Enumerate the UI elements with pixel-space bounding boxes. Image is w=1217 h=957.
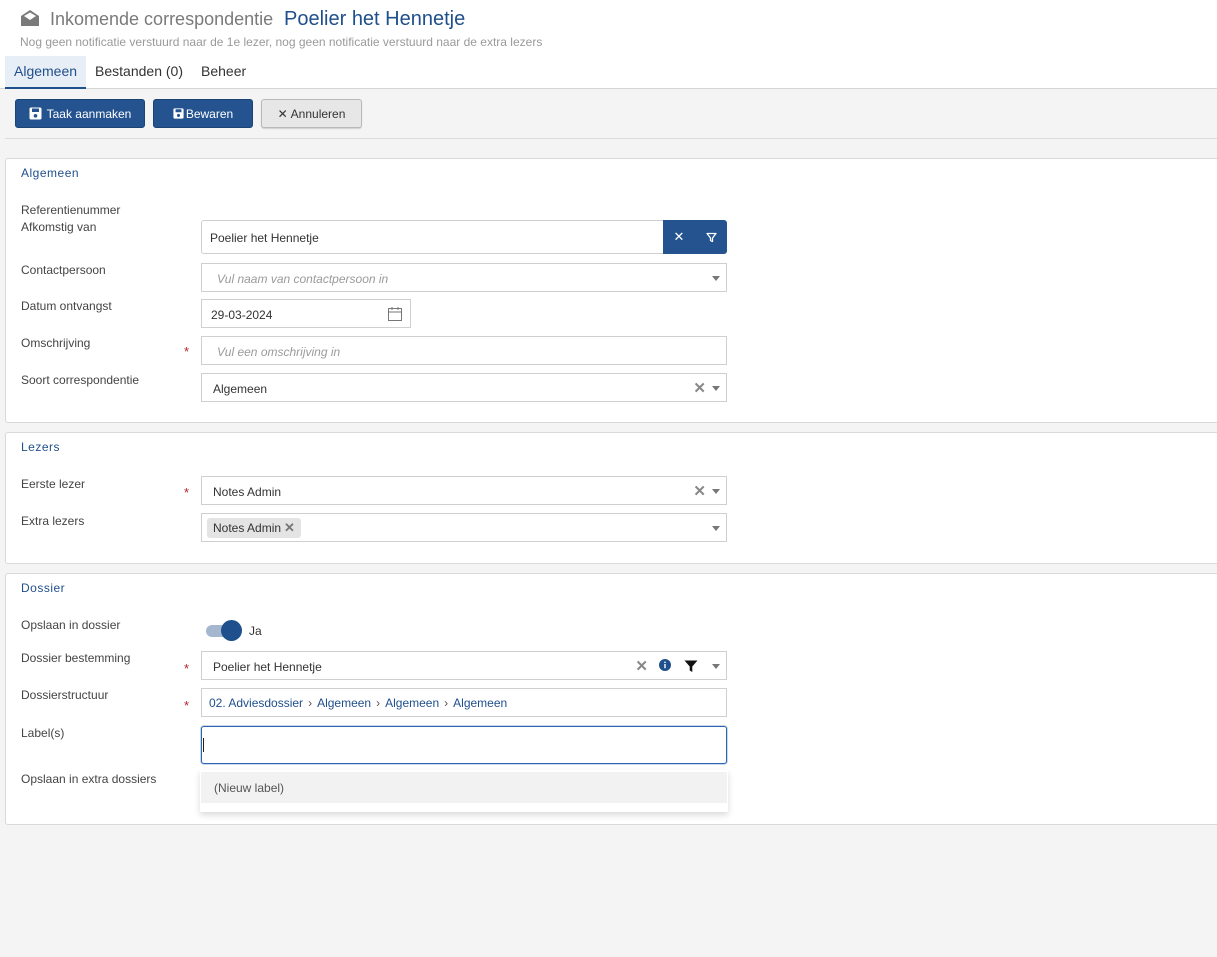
page-header: Inkomende correspondentie Poelier het He… [0, 0, 1217, 89]
cancel-button[interactable]: ✕ Annuleren [261, 99, 362, 128]
chevron-right-icon: › [444, 696, 449, 710]
from-actions: ✕ [663, 220, 727, 254]
reference-number-label: Referentienummer [21, 203, 121, 217]
chevron-down-icon [712, 386, 720, 391]
description-label: Omschrijving [21, 336, 91, 350]
notification-status: Nog geen notificatie verstuurd naar de 1… [20, 35, 543, 49]
tab-bestanden[interactable]: Bestanden (0) [86, 56, 192, 89]
dossier-destination-select[interactable]: Poelier het Hennetje ✕ [201, 651, 727, 680]
first-reader-value: Notes Admin [213, 485, 282, 499]
save-button[interactable]: Bewaren [153, 99, 253, 128]
clear-icon[interactable]: ✕ [663, 220, 695, 254]
labels-input[interactable] [201, 726, 727, 764]
clear-icon[interactable]: ✕ [693, 379, 706, 397]
breadcrumb-item[interactable]: Algemeen [317, 696, 371, 710]
first-reader-label: Eerste lezer [21, 477, 86, 491]
toggle-knob [221, 620, 242, 641]
required-marker: * [184, 485, 190, 500]
panel-title: Algemeen [21, 166, 80, 180]
extra-readers-label: Extra lezers [21, 514, 85, 528]
date-value: 29-03-2024 [211, 308, 273, 322]
contact-select[interactable]: Vul naam van contactpersoon in [201, 263, 727, 292]
save-icon [29, 107, 42, 120]
tab-algemeen[interactable]: Algemeen [5, 56, 87, 89]
description-input[interactable]: Vul een omschrijving in [201, 336, 727, 365]
chevron-right-icon: › [308, 696, 313, 710]
date-received-label: Datum ontvangst [21, 299, 112, 313]
dossier-structure-field[interactable]: 02. Adviesdossier › Algemeen › Algemeen … [201, 688, 727, 717]
extra-readers-select[interactable]: Notes Admin ✕ [201, 513, 727, 542]
dossier-destination-value: Poelier het Hennetje [213, 660, 322, 674]
from-value: Poelier het Hennetje [210, 231, 319, 245]
dossier-destination-label: Dossier bestemming [21, 651, 131, 665]
chevron-down-icon [712, 276, 720, 281]
save-label: Bewaren [185, 106, 234, 121]
tab-bar: Algemeen Bestanden (0) Beheer [5, 56, 255, 89]
description-placeholder: Vul een omschrijving in [217, 345, 341, 359]
breadcrumb: 02. Adviesdossier › Algemeen › Algemeen … [209, 696, 507, 710]
panel-algemeen: Algemeen Referentienummer Afkomstig van … [5, 158, 1217, 423]
from-field[interactable]: Poelier het Hennetje [201, 220, 663, 254]
remove-chip-icon[interactable]: ✕ [284, 520, 295, 536]
toolbar: Taak aanmaken Bewaren ✕ Annuleren [5, 89, 1217, 139]
breadcrumb-item[interactable]: Algemeen [385, 696, 439, 710]
chevron-down-icon [712, 489, 720, 494]
reader-chip: Notes Admin ✕ [207, 518, 301, 538]
dossier-structure-label: Dossierstructuur [21, 688, 109, 702]
correspondence-type-select[interactable]: Algemeen ✕ [201, 373, 727, 402]
correspondence-type-value: Algemeen [213, 382, 268, 396]
info-icon[interactable] [659, 659, 671, 671]
required-marker: * [184, 698, 190, 713]
required-marker: * [184, 661, 190, 676]
correspondence-type-label: Soort correspondentie [21, 373, 140, 387]
reader-chip-label: Notes Admin [213, 521, 282, 535]
filter-icon[interactable] [684, 660, 698, 673]
calendar-icon[interactable] [387, 306, 403, 322]
panel-lezers: Lezers Eerste lezer * Notes Admin ✕ Extr… [5, 432, 1217, 564]
chevron-down-icon [712, 664, 720, 669]
contact-placeholder: Vul naam van contactpersoon in [217, 272, 389, 286]
chevron-down-icon [712, 526, 720, 531]
toggle-value: Ja [249, 624, 262, 638]
text-cursor [203, 738, 204, 752]
date-received-field[interactable]: 29-03-2024 [201, 299, 411, 328]
clear-icon[interactable]: ✕ [635, 657, 648, 675]
page-title-prefix: Inkomende correspondentie [50, 9, 274, 29]
close-icon: ✕ [277, 106, 288, 121]
filter-icon[interactable] [695, 220, 727, 254]
tab-beheer[interactable]: Beheer [192, 56, 255, 89]
from-label: Afkomstig van [21, 220, 97, 234]
chevron-right-icon: › [376, 696, 381, 710]
create-task-label: Taak aanmaken [46, 106, 132, 121]
panel-dossier: Dossier Opslaan in dossier Ja Dossier be… [5, 573, 1217, 825]
save-in-dossier-label: Opslaan in dossier [21, 618, 121, 632]
required-marker: * [184, 344, 190, 359]
clear-icon[interactable]: ✕ [693, 482, 706, 500]
extra-dossiers-label: Opslaan in extra dossiers [21, 772, 157, 786]
envelope-open-icon [21, 10, 39, 26]
save-icon [173, 108, 184, 119]
first-reader-select[interactable]: Notes Admin ✕ [201, 476, 727, 505]
cancel-label: Annuleren [290, 106, 346, 121]
breadcrumb-item[interactable]: Algemeen [453, 696, 507, 710]
contact-label: Contactpersoon [21, 263, 106, 277]
new-label-option[interactable]: (Nieuw label) [201, 772, 727, 803]
labels-label: Label(s) [21, 726, 65, 740]
panel-title: Lezers [21, 440, 61, 454]
labels-dropdown: (Nieuw label) [200, 770, 728, 812]
panel-title: Dossier [21, 581, 66, 595]
create-task-button[interactable]: Taak aanmaken [15, 99, 145, 128]
page-title: Poelier het Hennetje [284, 8, 466, 30]
breadcrumb-item[interactable]: 02. Adviesdossier [209, 696, 303, 710]
save-in-dossier-toggle[interactable] [206, 620, 242, 641]
